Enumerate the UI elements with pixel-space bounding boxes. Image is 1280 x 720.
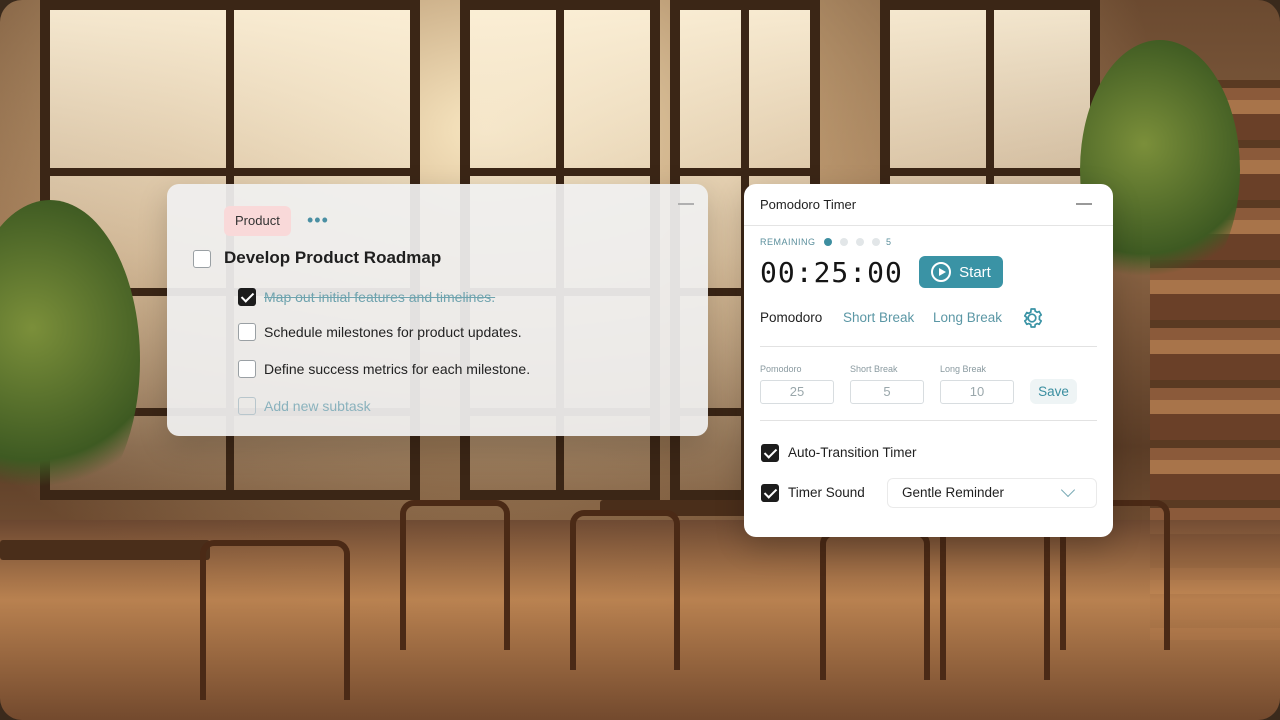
mode-tab-pomodoro[interactable]: Pomodoro — [760, 310, 822, 325]
progress-dot — [872, 238, 880, 246]
add-subtask-input[interactable]: Add new subtask — [264, 398, 371, 414]
play-icon — [931, 262, 952, 282]
divider — [760, 420, 1097, 421]
minimize-icon[interactable] — [678, 203, 694, 205]
chair — [940, 520, 1050, 680]
subtask-checkbox[interactable] — [238, 323, 256, 341]
remaining-count: 5 — [886, 237, 892, 247]
subtask-checkbox[interactable] — [238, 288, 256, 306]
subtask-label[interactable]: Schedule milestones for product updates. — [264, 324, 522, 340]
subtask-label[interactable]: Define success metrics for each mileston… — [264, 361, 530, 377]
timer-display: 00:25:00 — [760, 256, 903, 289]
pomodoro-duration-input[interactable]: 25 — [760, 380, 834, 404]
divider — [760, 346, 1097, 347]
minimize-icon[interactable] — [1076, 203, 1092, 205]
auto-transition-checkbox[interactable] — [761, 444, 779, 462]
remaining-label: REMAINING — [760, 237, 816, 247]
task-tag[interactable]: Product — [224, 206, 291, 236]
timer-sound-checkbox[interactable] — [761, 484, 779, 502]
table — [0, 540, 210, 560]
chair — [820, 530, 930, 680]
duration-label: Short Break — [850, 364, 898, 374]
duration-label: Pomodoro — [760, 364, 802, 374]
start-label: Start — [959, 263, 991, 281]
new-subtask-checkbox — [238, 397, 256, 415]
gear-icon[interactable] — [1020, 306, 1044, 330]
mode-tab-long-break[interactable]: Long Break — [933, 310, 1002, 325]
timer-sound-label: Timer Sound — [788, 485, 865, 500]
auto-transition-label: Auto-Transition Timer — [788, 445, 917, 460]
chair — [570, 510, 680, 670]
timer-sound-value: Gentle Reminder — [902, 485, 1005, 500]
task-title[interactable]: Develop Product Roadmap — [224, 248, 441, 268]
pomodoro-title: Pomodoro Timer — [760, 197, 857, 212]
task-checkbox[interactable] — [193, 250, 211, 268]
start-button[interactable]: Start — [919, 256, 1003, 288]
chair — [200, 540, 350, 700]
save-button[interactable]: Save — [1030, 379, 1077, 404]
progress-dot — [840, 238, 848, 246]
chair — [400, 500, 510, 650]
subtask-label[interactable]: Map out initial features and timelines. — [264, 289, 495, 305]
long-break-duration-input[interactable]: 10 — [940, 380, 1014, 404]
progress-dot — [824, 238, 832, 246]
subtask-checkbox[interactable] — [238, 360, 256, 378]
short-break-duration-input[interactable]: 5 — [850, 380, 924, 404]
duration-label: Long Break — [940, 364, 987, 374]
mode-tab-short-break[interactable]: Short Break — [843, 310, 914, 325]
more-options-icon[interactable]: ••• — [307, 211, 329, 229]
progress-dot — [856, 238, 864, 246]
